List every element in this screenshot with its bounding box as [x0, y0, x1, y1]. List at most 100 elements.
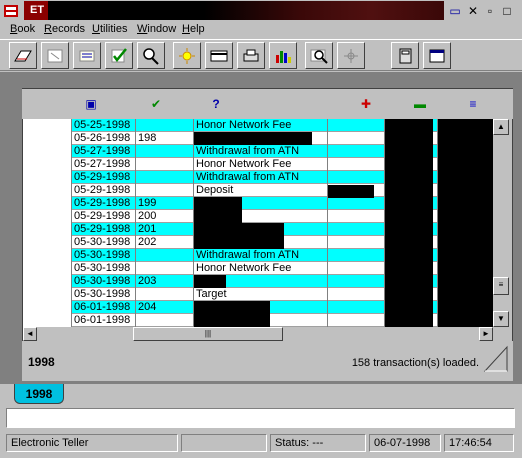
scroll-thumb[interactable]: ≡ — [493, 277, 509, 295]
row-marker[interactable] — [23, 314, 72, 327]
row-marker[interactable] — [23, 210, 72, 223]
scroll-down-icon[interactable]: ▼ — [493, 311, 509, 327]
split-icon[interactable] — [41, 42, 69, 69]
chart-icon[interactable] — [269, 42, 297, 69]
menu-help[interactable]: Help — [182, 23, 205, 35]
row-marker[interactable] — [23, 158, 72, 171]
row-marker[interactable] — [23, 288, 72, 301]
search-icon[interactable] — [137, 42, 165, 69]
check-number-cell[interactable]: 200 — [136, 210, 194, 223]
withdrawal-cell[interactable] — [328, 314, 385, 327]
zoom-icon[interactable] — [305, 42, 333, 69]
check-number-cell[interactable] — [136, 262, 194, 275]
check-number-cell[interactable] — [136, 184, 194, 197]
row-marker[interactable] — [23, 236, 72, 249]
cleared-icon[interactable]: ▬ — [413, 97, 427, 111]
menu-window[interactable]: Window — [137, 23, 176, 35]
check-number-cell[interactable]: 199 — [136, 197, 194, 210]
row-marker[interactable] — [23, 119, 72, 132]
description-cell[interactable]: Honor Network Fee — [194, 262, 328, 275]
scroll-up-icon[interactable]: ▲ — [493, 119, 509, 135]
row-marker[interactable] — [23, 249, 72, 262]
sun-icon[interactable] — [173, 42, 201, 69]
system-menu-icon[interactable]: ▭ — [447, 4, 463, 18]
date-cell[interactable]: 05-30-1998 — [72, 262, 136, 275]
check-number-cell[interactable] — [136, 119, 194, 132]
withdrawal-cell[interactable] — [328, 197, 385, 210]
date-cell[interactable]: 05-27-1998 — [72, 158, 136, 171]
row-marker[interactable] — [23, 301, 72, 314]
calculator-icon[interactable] — [391, 42, 419, 69]
restore-icon[interactable]: ▫ — [482, 4, 498, 18]
withdrawal-cell[interactable] — [328, 288, 385, 301]
open-book-icon[interactable] — [9, 42, 37, 69]
card-icon[interactable] — [205, 42, 233, 69]
description-cell[interactable]: Honor Network Fee — [194, 158, 328, 171]
date-cell[interactable]: 05-27-1998 — [72, 145, 136, 158]
date-cell[interactable]: 05-29-1998 — [72, 223, 136, 236]
hscroll-thumb[interactable]: ||| — [133, 327, 283, 341]
sort-icon[interactable] — [73, 42, 101, 69]
withdrawal-cell[interactable] — [328, 262, 385, 275]
withdrawal-cell[interactable] — [328, 119, 385, 132]
date-cell[interactable]: 05-25-1998 — [72, 119, 136, 132]
description-cell[interactable]: Withdrawal from ATN — [194, 171, 328, 184]
date-cell[interactable]: 05-30-1998 — [72, 275, 136, 288]
date-cell[interactable]: 06-01-1998 — [72, 314, 136, 327]
withdrawal-cell[interactable] — [328, 145, 385, 158]
row-marker[interactable] — [23, 262, 72, 275]
check-number-cell[interactable]: 201 — [136, 223, 194, 236]
print-icon[interactable] — [237, 42, 265, 69]
menu-utilities[interactable]: Utilities — [92, 23, 127, 35]
date-cell[interactable]: 05-26-1998 — [72, 132, 136, 145]
check-icon[interactable] — [105, 42, 133, 69]
withdrawal-cell[interactable] — [328, 132, 385, 145]
withdrawal-cell[interactable] — [328, 301, 385, 314]
row-marker[interactable] — [23, 132, 72, 145]
withdrawal-cell[interactable] — [328, 223, 385, 236]
date-cell[interactable]: 05-30-1998 — [72, 288, 136, 301]
window-icon[interactable] — [423, 42, 451, 69]
date-cell[interactable]: 05-29-1998 — [72, 171, 136, 184]
date-cell[interactable]: 06-01-1998 — [72, 301, 136, 314]
withdrawal-cell[interactable] — [328, 210, 385, 223]
check-number-cell[interactable] — [136, 249, 194, 262]
check-number-cell[interactable]: 198 — [136, 132, 194, 145]
withdrawal-cell[interactable] — [328, 236, 385, 249]
date-cell[interactable]: 05-29-1998 — [72, 210, 136, 223]
description-cell[interactable]: Withdrawal from ATN — [194, 249, 328, 262]
check-number-cell[interactable]: 204 — [136, 301, 194, 314]
command-input[interactable] — [6, 408, 515, 428]
date-cell[interactable]: 05-30-1998 — [72, 249, 136, 262]
check-number-cell[interactable] — [136, 171, 194, 184]
withdrawal-cell[interactable] — [328, 275, 385, 288]
withdrawal-cell[interactable] — [328, 158, 385, 171]
scroll-right-icon[interactable]: ► — [479, 327, 493, 341]
date-cell[interactable]: 05-29-1998 — [72, 197, 136, 210]
close-icon[interactable]: ✕ — [465, 4, 481, 18]
maximize-icon[interactable]: □ — [499, 4, 515, 18]
withdrawal-icon[interactable]: ✚ — [359, 97, 373, 111]
check-number-cell[interactable]: 203 — [136, 275, 194, 288]
menu-book[interactable]: Book — [10, 23, 35, 35]
row-marker[interactable] — [23, 171, 72, 184]
check-number-cell[interactable] — [136, 314, 194, 327]
description-cell[interactable]: Target — [194, 288, 328, 301]
resize-grip-icon[interactable] — [483, 345, 509, 373]
question-icon[interactable]: ? — [209, 97, 223, 111]
date-cell[interactable]: 05-30-1998 — [72, 236, 136, 249]
row-marker[interactable] — [23, 223, 72, 236]
row-marker[interactable] — [23, 145, 72, 158]
row-marker[interactable] — [23, 184, 72, 197]
check-mark-icon[interactable]: ✔ — [149, 97, 163, 111]
description-cell[interactable]: Deposit — [194, 184, 328, 197]
date-cell[interactable]: 05-29-1998 — [72, 184, 136, 197]
horizontal-scrollbar[interactable]: ◄ ||| ► — [23, 327, 493, 341]
scroll-left-icon[interactable]: ◄ — [23, 327, 37, 341]
withdrawal-cell[interactable] — [328, 249, 385, 262]
menu-records[interactable]: Records — [44, 23, 85, 35]
app-icon[interactable] — [3, 3, 19, 19]
date-icon[interactable]: ▣ — [84, 97, 98, 111]
vertical-scrollbar[interactable]: ▲ ≡ ▼ — [493, 119, 509, 327]
check-number-cell[interactable] — [136, 288, 194, 301]
